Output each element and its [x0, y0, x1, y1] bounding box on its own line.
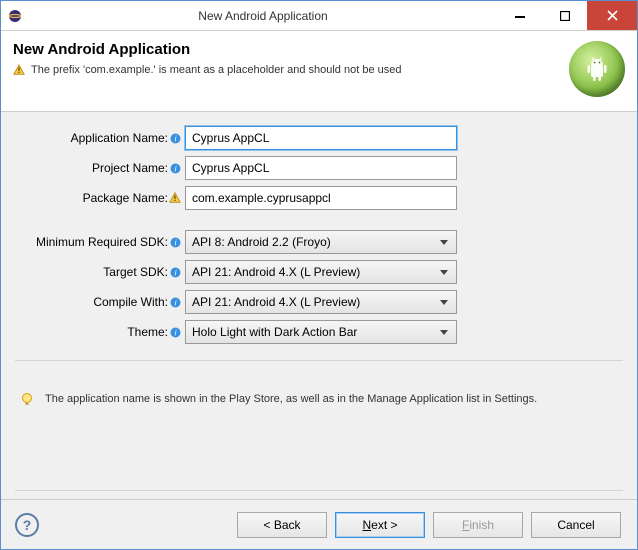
- divider: [15, 360, 623, 361]
- theme-label: Theme: i: [15, 325, 185, 339]
- package-name-input[interactable]: [185, 186, 457, 210]
- window-title: New Android Application: [29, 9, 497, 23]
- svg-text:i: i: [174, 134, 176, 143]
- project-name-input[interactable]: [185, 156, 457, 180]
- svg-text:i: i: [174, 298, 176, 307]
- eclipse-icon: [7, 8, 23, 24]
- warning-icon: [169, 192, 181, 204]
- button-bar: ? < Back Next > Finish Cancel: [1, 499, 637, 549]
- info-icon: i: [169, 132, 181, 144]
- wizard-content: Application Name: i Project Name: i Pack…: [1, 112, 637, 499]
- svg-text:i: i: [174, 268, 176, 277]
- back-button[interactable]: < Back: [237, 512, 327, 538]
- warning-icon: [13, 64, 25, 76]
- finish-button: Finish: [433, 512, 523, 538]
- min-sdk-label: Minimum Required SDK: i: [15, 235, 185, 249]
- dialog-window: New Android Application New Android Appl…: [0, 0, 638, 550]
- target-sdk-label: Target SDK: i: [15, 265, 185, 279]
- next-button[interactable]: Next >: [335, 512, 425, 538]
- min-sdk-select[interactable]: API 8: Android 2.2 (Froyo): [185, 230, 457, 254]
- titlebar: New Android Application: [1, 1, 637, 31]
- info-icon: i: [169, 296, 181, 308]
- maximize-button[interactable]: [542, 1, 587, 30]
- lightbulb-icon: [19, 391, 35, 407]
- minimize-button[interactable]: [497, 1, 542, 30]
- hint-text: The application name is shown in the Pla…: [45, 393, 537, 405]
- target-sdk-select[interactable]: API 21: Android 4.X (L Preview): [185, 260, 457, 284]
- divider: [15, 490, 623, 491]
- info-icon: i: [169, 236, 181, 248]
- app-name-label: Application Name: i: [15, 131, 185, 145]
- svg-text:i: i: [174, 328, 176, 337]
- info-icon: i: [169, 326, 181, 338]
- info-icon: i: [169, 162, 181, 174]
- compile-with-select[interactable]: API 21: Android 4.X (L Preview): [185, 290, 457, 314]
- info-icon: i: [169, 266, 181, 278]
- compile-with-label: Compile With: i: [15, 295, 185, 309]
- application-name-input[interactable]: [185, 126, 457, 150]
- header-warning-text: The prefix 'com.example.' is meant as a …: [31, 64, 401, 76]
- project-name-label: Project Name: i: [15, 161, 185, 175]
- svg-text:i: i: [174, 238, 176, 247]
- theme-select[interactable]: Holo Light with Dark Action Bar: [185, 320, 457, 344]
- package-name-label: Package Name:: [15, 191, 185, 205]
- close-button[interactable]: [587, 1, 637, 30]
- svg-text:i: i: [174, 164, 176, 173]
- wizard-header: New Android Application The prefix 'com.…: [1, 31, 637, 112]
- page-title: New Android Application: [13, 41, 569, 58]
- cancel-button[interactable]: Cancel: [531, 512, 621, 538]
- android-logo-icon: [569, 41, 625, 97]
- help-button[interactable]: ?: [15, 513, 39, 537]
- window-buttons: [497, 1, 637, 30]
- hint-row: The application name is shown in the Pla…: [15, 391, 623, 407]
